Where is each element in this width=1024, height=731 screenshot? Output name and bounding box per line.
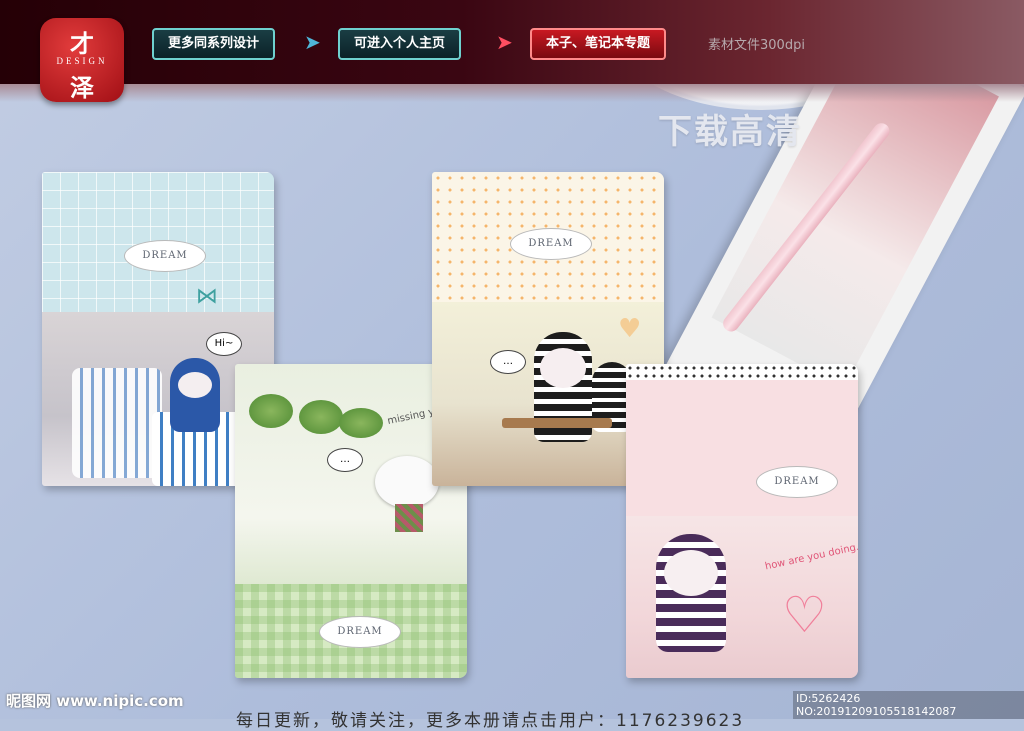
speech-bubble: …: [490, 350, 526, 374]
download-hd-label: 下载高清: [658, 112, 802, 152]
checked-cup: [72, 368, 162, 478]
cactus: [299, 400, 343, 434]
arrow-icon: ➤: [496, 30, 513, 54]
cactus: [339, 408, 383, 438]
logo-design-text: DESIGN: [56, 56, 108, 66]
notebook-pink-hearts: DREAM ♡ how are you doing......: [626, 364, 858, 678]
dream-plaque: DREAM: [319, 616, 401, 648]
more-series-button[interactable]: 更多同系列设计: [152, 28, 276, 60]
personal-page-button[interactable]: 可进入个人主页: [338, 28, 462, 60]
resolution-note: 素材文件300dpi: [708, 38, 805, 53]
notebook-topic-button[interactable]: 本子、笔记本专题: [530, 28, 667, 60]
speech-bubble: Hi~: [206, 332, 242, 356]
logo-char-bottom: 泽: [70, 73, 94, 102]
dream-plaque: DREAM: [510, 228, 592, 260]
bench: [502, 418, 612, 428]
heart-icon: ♥: [618, 314, 642, 344]
dream-plaque: DREAM: [124, 240, 206, 272]
cactus: [249, 394, 293, 428]
doll-head: [375, 456, 439, 508]
logo-char-top: 才: [70, 29, 94, 58]
heart-cutter-icon: ♡: [782, 586, 827, 644]
arrow-icon: ➤: [304, 30, 321, 54]
image-id: ID:5262426 NO:20191209105518142087: [793, 691, 1024, 719]
bow-icon: ⋈: [196, 284, 218, 309]
watermark: 昵图网 www.nipic.com: [6, 692, 184, 710]
speech-bubble: …: [327, 448, 363, 472]
dream-plaque: DREAM: [756, 466, 838, 498]
logo[interactable]: 才 DESIGN 泽: [40, 18, 124, 102]
